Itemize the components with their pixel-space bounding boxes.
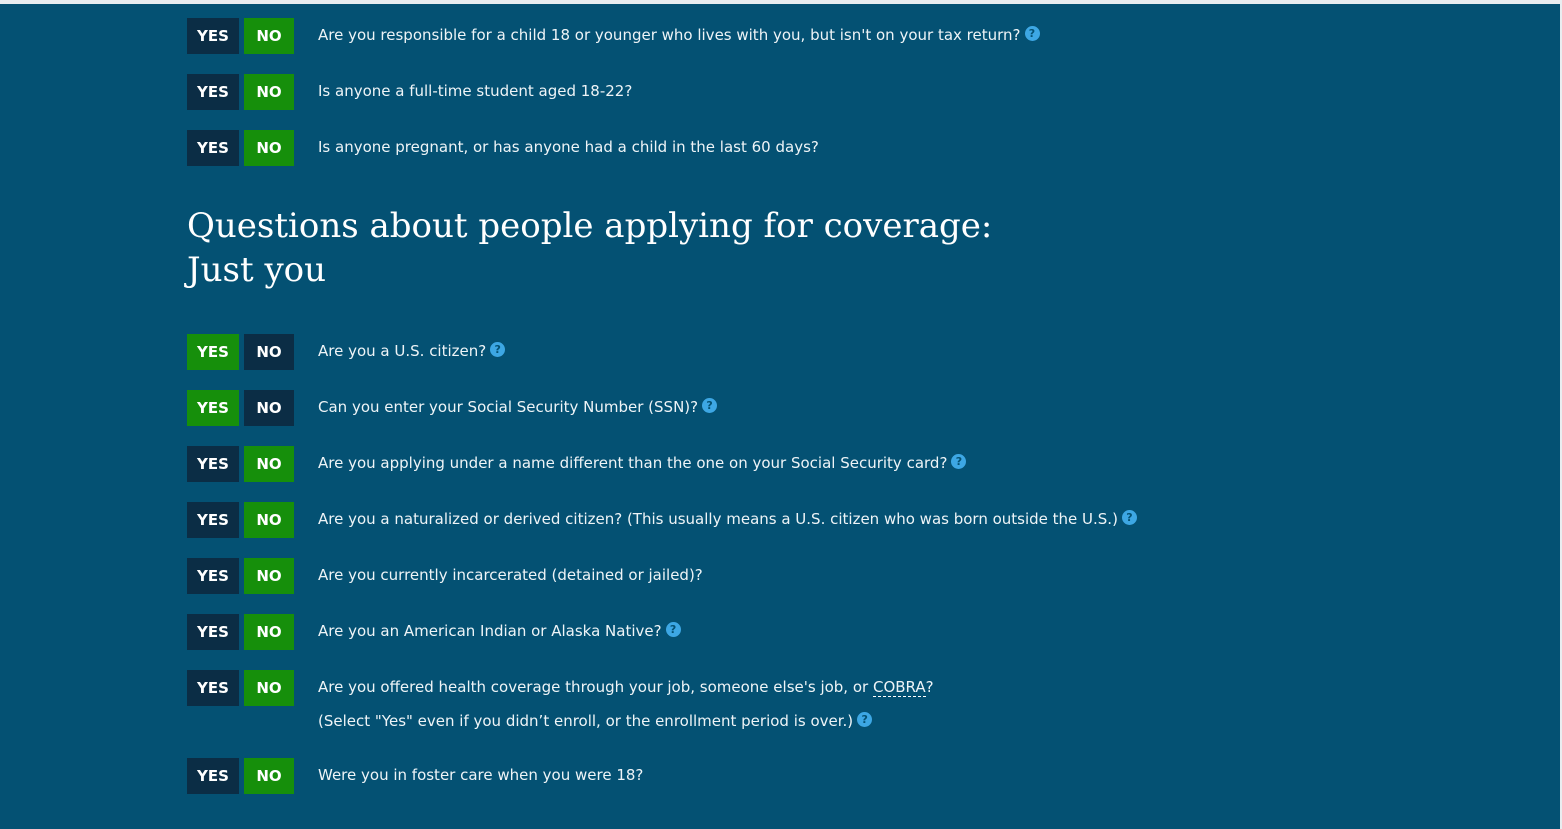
top-border: [0, 0, 1562, 4]
no-button[interactable]: NO: [244, 390, 294, 426]
yes-button[interactable]: YES: [187, 18, 239, 54]
no-button[interactable]: NO: [244, 74, 294, 110]
question-text: Can you enter your Social Security Numbe…: [318, 390, 718, 426]
yes-no-toggle: YES NO: [187, 614, 295, 650]
question-text: Are you a naturalized or derived citizen…: [318, 502, 1137, 538]
yes-no-toggle: YES NO: [187, 74, 295, 110]
yes-button[interactable]: YES: [187, 446, 239, 482]
question-label: Is anyone pregnant, or has anyone had a …: [318, 138, 819, 156]
yes-button[interactable]: YES: [187, 670, 239, 706]
yes-no-toggle: YES NO: [187, 446, 295, 482]
yes-no-toggle: YES NO: [187, 334, 295, 370]
help-icon[interactable]: ?: [1024, 26, 1040, 41]
yes-no-toggle: YES NO: [187, 558, 295, 594]
yes-no-toggle: YES NO: [187, 390, 295, 426]
question-label: Are you offered health coverage through …: [318, 678, 873, 696]
question-text: Are you an American Indian or Alaska Nat…: [318, 614, 681, 650]
no-button[interactable]: NO: [244, 130, 294, 166]
yes-button[interactable]: YES: [187, 502, 239, 538]
section-title: Questions about people applying for cove…: [187, 206, 993, 246]
question-label: Are you a naturalized or derived citizen…: [318, 510, 1118, 528]
yes-no-toggle: YES NO: [187, 758, 295, 794]
question-label: Are you an American Indian or Alaska Nat…: [318, 622, 662, 640]
question-label: Are you currently incarcerated (detained…: [318, 566, 703, 584]
no-button[interactable]: NO: [244, 558, 294, 594]
question-label-end: ?: [925, 678, 934, 696]
question-text: Is anyone pregnant, or has anyone had a …: [318, 130, 819, 166]
yes-button[interactable]: YES: [187, 558, 239, 594]
question-note: (Select "Yes" even if you didn’t enroll,…: [318, 712, 854, 730]
yes-no-toggle: YES NO: [187, 502, 295, 538]
section-heading: Questions about people applying for cove…: [187, 204, 992, 292]
no-button[interactable]: NO: [244, 334, 294, 370]
yes-no-toggle: YES NO: [187, 130, 295, 166]
no-button[interactable]: NO: [244, 670, 294, 706]
question-text: Is anyone a full-time student aged 18-22…: [318, 74, 632, 110]
question-label: Were you in foster care when you were 18…: [318, 766, 644, 784]
help-icon[interactable]: ?: [665, 622, 681, 637]
yes-no-toggle: YES NO: [187, 670, 295, 706]
help-icon[interactable]: ?: [951, 454, 967, 469]
yes-no-toggle: YES NO: [187, 18, 295, 54]
question-text: Are you applying under a name different …: [318, 446, 967, 482]
section-subtitle: Just you: [187, 250, 327, 290]
no-button[interactable]: NO: [244, 18, 294, 54]
question-subtext: (Select "Yes" even if you didn’t enroll,…: [318, 704, 873, 739]
yes-button[interactable]: YES: [187, 758, 239, 794]
yes-button[interactable]: YES: [187, 130, 239, 166]
yes-button[interactable]: YES: [187, 390, 239, 426]
help-icon[interactable]: ?: [857, 712, 873, 727]
help-icon[interactable]: ?: [702, 398, 718, 413]
yes-button[interactable]: YES: [187, 334, 239, 370]
cobra-abbreviation[interactable]: COBRA: [872, 678, 926, 697]
question-label: Are you applying under a name different …: [318, 454, 948, 472]
help-icon[interactable]: ?: [490, 342, 506, 357]
question-text: Are you currently incarcerated (detained…: [318, 558, 703, 594]
question-label: Are you responsible for a child 18 or yo…: [318, 26, 1021, 44]
no-button[interactable]: NO: [244, 446, 294, 482]
question-text: Are you responsible for a child 18 or yo…: [318, 18, 1040, 54]
question-text: Are you offered health coverage through …: [318, 670, 934, 706]
help-icon[interactable]: ?: [1121, 510, 1137, 525]
no-button[interactable]: NO: [244, 758, 294, 794]
question-text: Were you in foster care when you were 18…: [318, 758, 643, 794]
no-button[interactable]: NO: [244, 614, 294, 650]
yes-button[interactable]: YES: [187, 614, 239, 650]
question-label: Are you a U.S. citizen?: [318, 342, 487, 360]
question-label: Can you enter your Social Security Numbe…: [318, 398, 699, 416]
question-text: Are you a U.S. citizen??: [318, 334, 506, 370]
no-button[interactable]: NO: [244, 502, 294, 538]
question-label: Is anyone a full-time student aged 18-22…: [318, 82, 633, 100]
yes-button[interactable]: YES: [187, 74, 239, 110]
